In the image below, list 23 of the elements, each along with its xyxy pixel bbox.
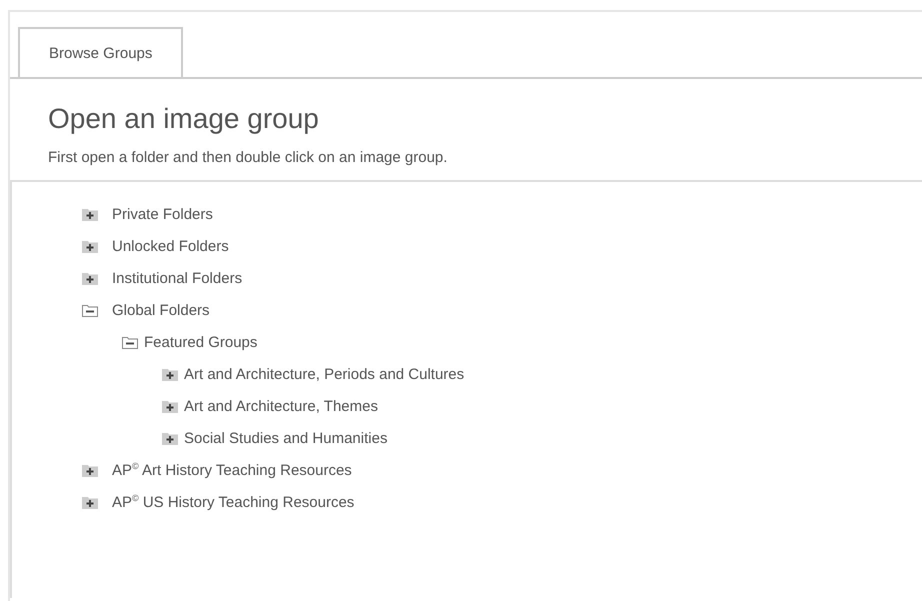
folder-label[interactable]: Art and Architecture, Periods and Cultures	[184, 366, 464, 382]
expand-folder-icon[interactable]	[82, 207, 98, 221]
tab[interactable]: Browse Groups	[18, 27, 184, 77]
instructions-text: First open a folder and then double click on an image group.	[48, 149, 448, 166]
collapse-folder-icon[interactable]	[82, 303, 98, 317]
folder-label[interactable]: Art and Architecture, Themes	[184, 398, 378, 414]
expand-folder-icon[interactable]	[82, 239, 98, 253]
folder-label[interactable]: AP$^{©}$ Art History Teaching Resources	[112, 461, 352, 479]
page-heading: Open an image group	[48, 103, 320, 135]
expand-folder-icon[interactable]	[162, 431, 178, 445]
expand-folder-icon[interactable]	[162, 367, 178, 381]
folder-label[interactable]: Social Studies and Humanities	[184, 430, 388, 446]
collapse-folder-icon[interactable]	[122, 335, 138, 349]
expand-folder-icon[interactable]	[82, 271, 98, 285]
expand-folder-icon[interactable]	[82, 463, 98, 477]
folder-label[interactable]: Institutional Folders	[112, 270, 242, 286]
folder-label[interactable]: Global Folders	[112, 302, 210, 318]
folder-label[interactable]: AP$^{©}$ US History Teaching Resources	[112, 493, 354, 511]
expand-folder-icon[interactable]	[82, 495, 98, 509]
expand-folder-icon[interactable]	[162, 399, 178, 413]
folder-label[interactable]: Featured Groups	[144, 334, 258, 350]
folder-label[interactable]: Private Folders	[112, 206, 213, 222]
folder-label[interactable]: Unlocked Folders	[112, 238, 229, 254]
